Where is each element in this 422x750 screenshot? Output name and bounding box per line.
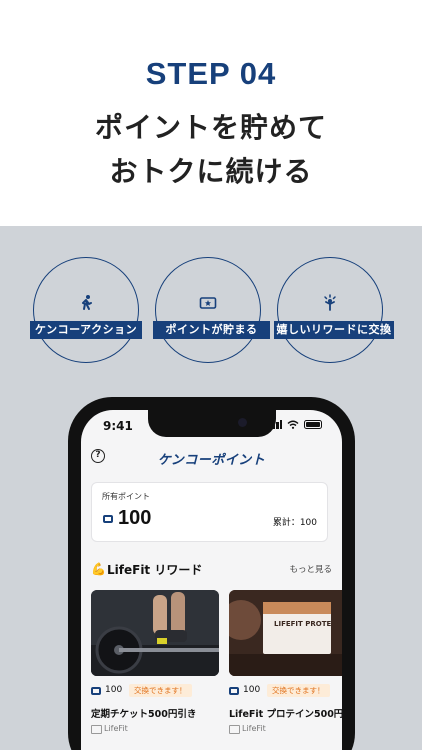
reward-name: 定期チケット500円引き	[91, 709, 197, 720]
feature-label: ケンコーアクション	[30, 321, 142, 339]
app-bar: ? ケンコーポイント	[81, 444, 342, 474]
reward-meta: 100 交換できます！	[91, 684, 219, 700]
ticket-icon	[91, 687, 101, 695]
reward-brand: LifeFit	[91, 724, 219, 734]
ticket-star-icon	[199, 297, 217, 309]
battery-icon	[304, 420, 322, 429]
ticket-icon	[229, 687, 239, 695]
rewards-section-header: 💪 LifeFit リワード もっと見る	[91, 561, 332, 579]
status-icons	[269, 420, 322, 429]
points-label: 所有ポイント	[102, 492, 150, 501]
running-person-icon	[82, 295, 92, 310]
exchange-badge: 交換できます！	[267, 684, 330, 697]
status-time: 9:41	[103, 419, 133, 433]
reward-points: 100	[243, 685, 261, 695]
reward-card[interactable]: LIFEFIT PROTEIN 100 交換できます！ LifeFit プロテイ…	[229, 590, 342, 734]
phone-screen: 9:41 ? ケンコーポイント 所有ポイント 100 累計：100 💪 Life…	[81, 410, 342, 750]
feature-circle-points: ポイントが貯まる	[153, 257, 270, 363]
exchange-badge: 交換できます！	[129, 684, 192, 697]
header-section: STEP 04 ポイントを貯めて おトクに続ける	[0, 0, 422, 226]
app-title: ケンコーポイント	[157, 453, 266, 468]
camera-icon	[237, 418, 247, 427]
protein-package-photo: LIFEFIT PROTEIN	[229, 590, 342, 676]
points-card[interactable]: 所有ポイント 100 累計：100	[91, 482, 328, 542]
headline-line2: おトクに続ける	[109, 155, 313, 188]
celebration-person-icon	[324, 294, 336, 311]
wifi-icon	[287, 420, 299, 429]
rewards-section-title: LifeFit リワード	[107, 563, 203, 577]
reward-name: LifeFit プロテイン500円引き	[229, 709, 342, 720]
reward-card[interactable]: 100 交換できます！ 定期チケット500円引き LifeFit	[91, 590, 219, 734]
feature-label: 嬉しいリワードに交換	[274, 321, 394, 339]
ticket-icon	[103, 515, 113, 523]
reward-brand: LifeFit	[229, 724, 342, 734]
reward-points: 100	[105, 685, 123, 695]
points-value: 100	[118, 507, 152, 529]
phone-notch	[147, 410, 276, 437]
feature-circle-action: ケンコーアクション	[30, 257, 142, 363]
reward-meta: 100 交換できます！	[229, 684, 342, 700]
signal-icon	[269, 420, 282, 429]
flexed-arm-icon: 💪	[91, 562, 106, 576]
points-total: 累計：100	[272, 518, 317, 528]
gym-barbell-photo	[91, 590, 219, 676]
step-label: STEP 04	[145, 56, 277, 91]
feature-circle-rewards: 嬉しいリワードに交換	[274, 257, 394, 363]
see-more-link[interactable]: もっと見る	[289, 563, 332, 575]
headline-line1: ポイントを貯めて	[94, 111, 327, 144]
package-brand-text: LIFEFIT PROTEIN	[274, 620, 340, 628]
feature-label: ポイントが貯まる	[153, 321, 270, 339]
